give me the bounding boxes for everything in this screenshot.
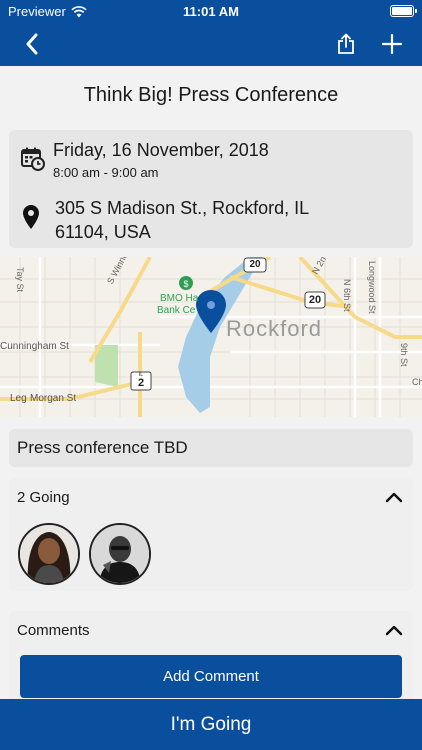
event-address[interactable]: 305 S Madison St., Rockford, IL 61104, U… — [55, 196, 395, 244]
event-title: Think Big! Press Conference — [0, 66, 422, 124]
route-20-shield-a: 20 — [249, 259, 261, 270]
route-2-shield: 2 — [137, 377, 145, 389]
map-label-n6th: N 6th St — [342, 279, 352, 312]
svg-text:$: $ — [183, 279, 188, 289]
nav-bar — [0, 22, 422, 66]
chevron-up-icon[interactable] — [383, 619, 405, 641]
address-line-2: 61104, USA — [55, 222, 151, 242]
avatar[interactable] — [18, 523, 80, 585]
comments-card: Comments Add Comment — [9, 611, 413, 711]
attendees-count-label: 2 Going — [17, 489, 70, 506]
event-description: Press conference TBD — [9, 429, 413, 467]
back-button[interactable] — [16, 28, 48, 60]
attendee-photo-1 — [20, 525, 78, 583]
map-label-legion: Leg — [10, 393, 27, 404]
map-city-label: Rockford — [226, 316, 323, 341]
status-bar: Previewer 11:01 AM — [0, 0, 422, 22]
calendar-clock-icon — [21, 147, 45, 171]
map-label-ch: Ch — [412, 377, 422, 387]
map-label-cunningham: Cunningham St — [0, 341, 69, 352]
event-date: Friday, 16 November, 2018 — [53, 140, 269, 160]
map-label-tay: Tay St — [15, 267, 25, 293]
comments-label: Comments — [17, 622, 90, 639]
battery-icon — [390, 5, 417, 17]
event-time-range: 8:00 am - 9:00 am — [53, 165, 159, 180]
address-line-1: 305 S Madison St., Rockford, IL — [55, 198, 310, 218]
plus-icon — [382, 34, 402, 54]
map-label-ninth: 9th St — [399, 343, 409, 367]
map-label-longwood: Longwood St — [367, 261, 377, 314]
avatar[interactable] — [89, 523, 151, 585]
map-label-bmo-1: BMO Ha — [160, 293, 199, 304]
route-20-shield-b: 20 — [308, 294, 322, 306]
share-button[interactable] — [330, 28, 362, 60]
map-label-bmo-2: Bank Ce — [157, 305, 196, 316]
share-icon — [338, 33, 354, 54]
attendee-photo-2 — [91, 525, 149, 583]
im-going-button[interactable]: I'm Going — [0, 699, 422, 750]
chevron-up-icon[interactable] — [383, 486, 405, 508]
event-map[interactable]: $ Rockford BMO Ha Bank Ce S Winnebago Cu… — [0, 257, 422, 417]
add-button[interactable] — [376, 28, 408, 60]
status-time: 11:01 AM — [183, 4, 239, 19]
chevron-left-icon — [26, 33, 38, 55]
event-info-card: Friday, 16 November, 2018 8:00 am - 9:00… — [9, 130, 413, 248]
location-pin-icon — [23, 205, 39, 229]
map-label-morgan: Morgan St — [30, 393, 77, 404]
attendees-card: 2 Going — [9, 478, 413, 591]
add-comment-button[interactable]: Add Comment — [20, 655, 402, 698]
